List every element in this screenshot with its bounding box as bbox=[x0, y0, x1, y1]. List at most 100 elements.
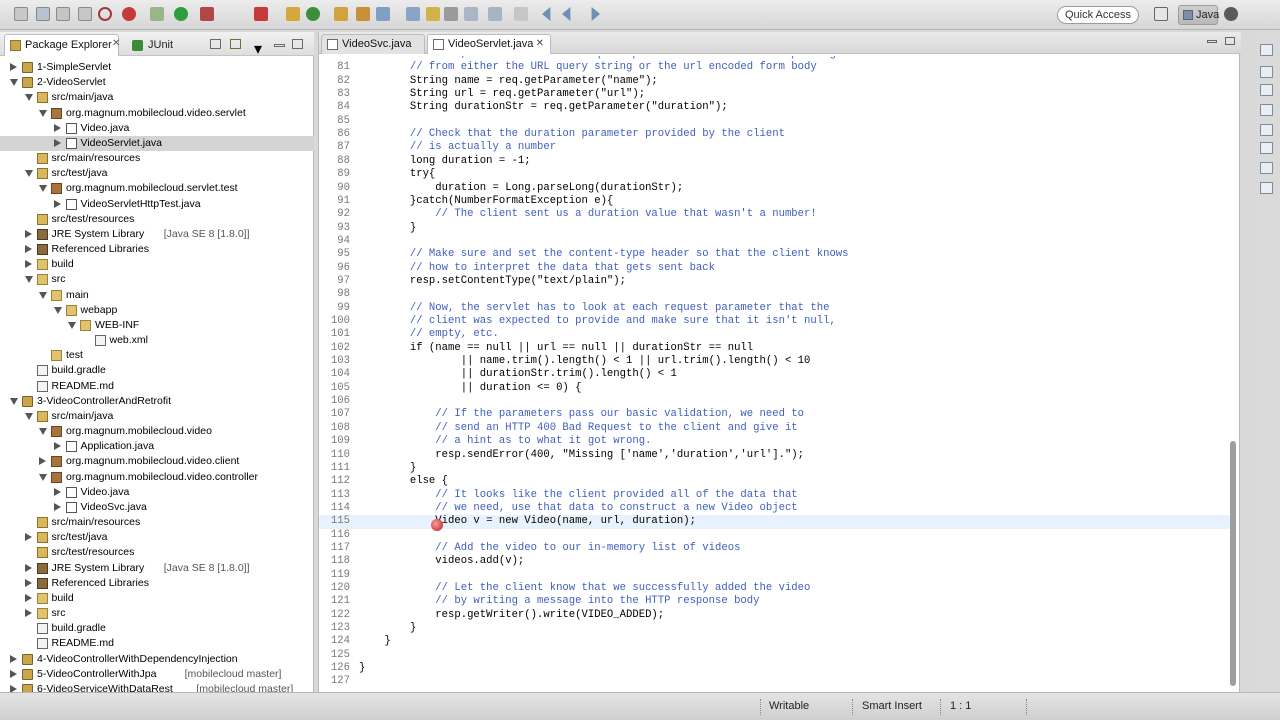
open-type-icon[interactable] bbox=[334, 7, 348, 21]
chevron-down-icon[interactable] bbox=[24, 94, 33, 102]
code-line[interactable]: 86 // Check that the duration parameter … bbox=[319, 128, 1231, 141]
chevron-right-icon[interactable] bbox=[39, 457, 46, 466]
print-icon[interactable] bbox=[78, 7, 92, 21]
show-whitespace-icon[interactable] bbox=[464, 7, 478, 21]
tree-item[interactable]: 4-VideoControllerWithDependencyInjection bbox=[0, 652, 314, 667]
save-icon[interactable] bbox=[36, 7, 50, 21]
code-line[interactable]: 81 // from either the URL query string o… bbox=[319, 61, 1231, 74]
code-line[interactable]: 113 // It looks like the client provided… bbox=[319, 489, 1231, 502]
code-line[interactable]: 88 long duration = -1; bbox=[319, 155, 1231, 168]
task-list-icon[interactable] bbox=[1260, 66, 1273, 78]
code-line[interactable]: 108 // send an HTTP 400 Bad Request to t… bbox=[319, 422, 1231, 435]
chevron-down-icon[interactable] bbox=[39, 291, 47, 299]
code-line[interactable]: 123 } bbox=[319, 622, 1231, 635]
tree-item[interactable]: webapp bbox=[0, 303, 314, 318]
new-package-icon[interactable] bbox=[286, 7, 300, 21]
scrollbar-thumb[interactable] bbox=[1230, 441, 1236, 686]
tree-item[interactable]: src/main/java bbox=[0, 409, 314, 424]
code-line[interactable]: 122 resp.getWriter().write(VIDEO_ADDED); bbox=[319, 609, 1231, 622]
code-line[interactable]: 95 // Make sure and set the content-type… bbox=[319, 248, 1231, 261]
tree-item[interactable]: VideoSvc.java bbox=[0, 500, 314, 515]
tree-item[interactable]: VideoServletHttpTest.java bbox=[0, 197, 314, 212]
tree-item[interactable]: WEB-INF bbox=[0, 318, 314, 333]
tree-item[interactable]: org.magnum.mobilecloud.servlet.test bbox=[0, 181, 314, 196]
tree-item[interactable]: VideoServlet.java bbox=[0, 135, 314, 151]
code-line[interactable]: 107 // If the parameters pass our basic … bbox=[319, 408, 1231, 421]
tree-item[interactable]: JRE System Library [Java SE 8 [1.8.0]] bbox=[0, 227, 314, 242]
chevron-down-icon[interactable] bbox=[68, 321, 76, 329]
javadoc-icon[interactable] bbox=[1260, 124, 1273, 136]
code-line[interactable]: 110 resp.sendError(400, "Missing ['name'… bbox=[319, 449, 1231, 462]
minimize-icon[interactable] bbox=[1207, 40, 1217, 43]
close-icon[interactable]: ✕ bbox=[536, 35, 544, 53]
console-icon[interactable] bbox=[1260, 162, 1273, 174]
junit-tab[interactable]: JUnit bbox=[132, 39, 173, 51]
chevron-down-icon[interactable] bbox=[39, 473, 47, 481]
code-line[interactable]: 83 String url = req.getParameter("url"); bbox=[319, 88, 1231, 101]
code-editor[interactable]: 80 // First, extract the HTTP request pa… bbox=[319, 56, 1231, 692]
code-line[interactable]: 101 // empty, etc. bbox=[319, 328, 1231, 341]
tree-item[interactable]: org.magnum.mobilecloud.video.client bbox=[0, 454, 314, 469]
next-annotation-icon[interactable] bbox=[488, 7, 502, 21]
tree-item[interactable]: README.md bbox=[0, 636, 314, 651]
block-selection-icon[interactable] bbox=[444, 7, 458, 21]
back-icon[interactable] bbox=[542, 7, 551, 21]
quick-access-field[interactable]: Quick Access bbox=[1057, 6, 1139, 24]
code-line[interactable]: 117 // Add the video to our in-memory li… bbox=[319, 542, 1231, 555]
tree-item[interactable]: Application.java bbox=[0, 439, 314, 454]
chevron-right-icon[interactable] bbox=[10, 669, 17, 678]
chevron-right-icon[interactable] bbox=[53, 442, 61, 451]
stop-icon[interactable] bbox=[254, 7, 268, 21]
code-line[interactable]: 97 resp.setContentType("text/plain"); bbox=[319, 275, 1231, 288]
breakpoint-icon[interactable] bbox=[431, 519, 443, 531]
tree-item[interactable]: org.magnum.mobilecloud.video.controller bbox=[0, 470, 314, 485]
tree-item[interactable]: 5-VideoControllerWithJpa [mobilecloud mas… bbox=[0, 667, 314, 682]
tree-item[interactable]: org.magnum.mobilecloud.video bbox=[0, 424, 314, 439]
tree-item[interactable]: build bbox=[0, 257, 314, 272]
code-line[interactable]: 109 // a hint as to what it got wrong. bbox=[319, 435, 1231, 448]
code-line[interactable]: 112 else { bbox=[319, 475, 1231, 488]
progress-icon[interactable] bbox=[1260, 182, 1273, 194]
chevron-down-icon[interactable] bbox=[39, 109, 47, 117]
code-line[interactable]: 126} bbox=[319, 662, 1231, 675]
toggle-mark-icon[interactable] bbox=[406, 7, 420, 21]
mark-occurrences-icon[interactable] bbox=[426, 7, 440, 21]
tree-item[interactable]: build.gradle bbox=[0, 363, 314, 378]
tree-item[interactable]: README.md bbox=[0, 379, 314, 394]
chevron-down-icon[interactable] bbox=[24, 276, 33, 284]
code-line[interactable]: 93 } bbox=[319, 222, 1231, 235]
code-line[interactable]: 98 bbox=[319, 288, 1231, 301]
declaration-icon[interactable] bbox=[1260, 142, 1273, 154]
restore-icon[interactable] bbox=[1260, 44, 1273, 56]
java-perspective-button[interactable]: Java bbox=[1178, 5, 1219, 25]
tree-item[interactable]: 1-SimpleServlet bbox=[0, 60, 314, 75]
tree-item[interactable]: src/main/resources bbox=[0, 515, 314, 530]
chevron-right-icon[interactable] bbox=[10, 654, 17, 663]
code-line[interactable]: 100 // client was expected to provide an… bbox=[319, 315, 1231, 328]
chevron-right-icon[interactable] bbox=[53, 487, 61, 496]
code-line[interactable]: 94 bbox=[319, 235, 1231, 248]
chevron-down-icon[interactable] bbox=[24, 412, 33, 420]
chevron-down-icon[interactable] bbox=[53, 306, 62, 314]
build-icon[interactable] bbox=[356, 7, 370, 21]
code-line[interactable]: 87 // is actually a number bbox=[319, 141, 1231, 154]
coverage-icon[interactable] bbox=[200, 7, 214, 21]
link-with-editor-icon[interactable] bbox=[230, 39, 241, 49]
chevron-right-icon[interactable] bbox=[53, 138, 61, 147]
chevron-right-icon[interactable] bbox=[24, 609, 32, 618]
tree-item[interactable]: test bbox=[0, 348, 314, 363]
code-line[interactable]: 115 Video v = new Video(name, url, durat… bbox=[319, 515, 1231, 529]
last-edit-icon[interactable] bbox=[562, 7, 571, 21]
new-icon[interactable] bbox=[14, 7, 28, 21]
tree-item[interactable]: 2-VideoServlet bbox=[0, 75, 314, 90]
tree-item[interactable]: src/test/java bbox=[0, 166, 314, 181]
debug-perspective-icon[interactable] bbox=[1224, 7, 1238, 21]
save-all-icon[interactable] bbox=[56, 7, 70, 21]
code-line[interactable]: 119 bbox=[319, 569, 1231, 582]
tree-item[interactable]: src/main/java bbox=[0, 90, 314, 105]
chevron-down-icon[interactable] bbox=[39, 185, 47, 193]
code-line[interactable]: 82 String name = req.getParameter("name"… bbox=[319, 75, 1231, 88]
tree-item[interactable]: src bbox=[0, 272, 314, 287]
chevron-right-icon[interactable] bbox=[53, 502, 61, 511]
collapse-all-icon[interactable] bbox=[210, 39, 221, 49]
